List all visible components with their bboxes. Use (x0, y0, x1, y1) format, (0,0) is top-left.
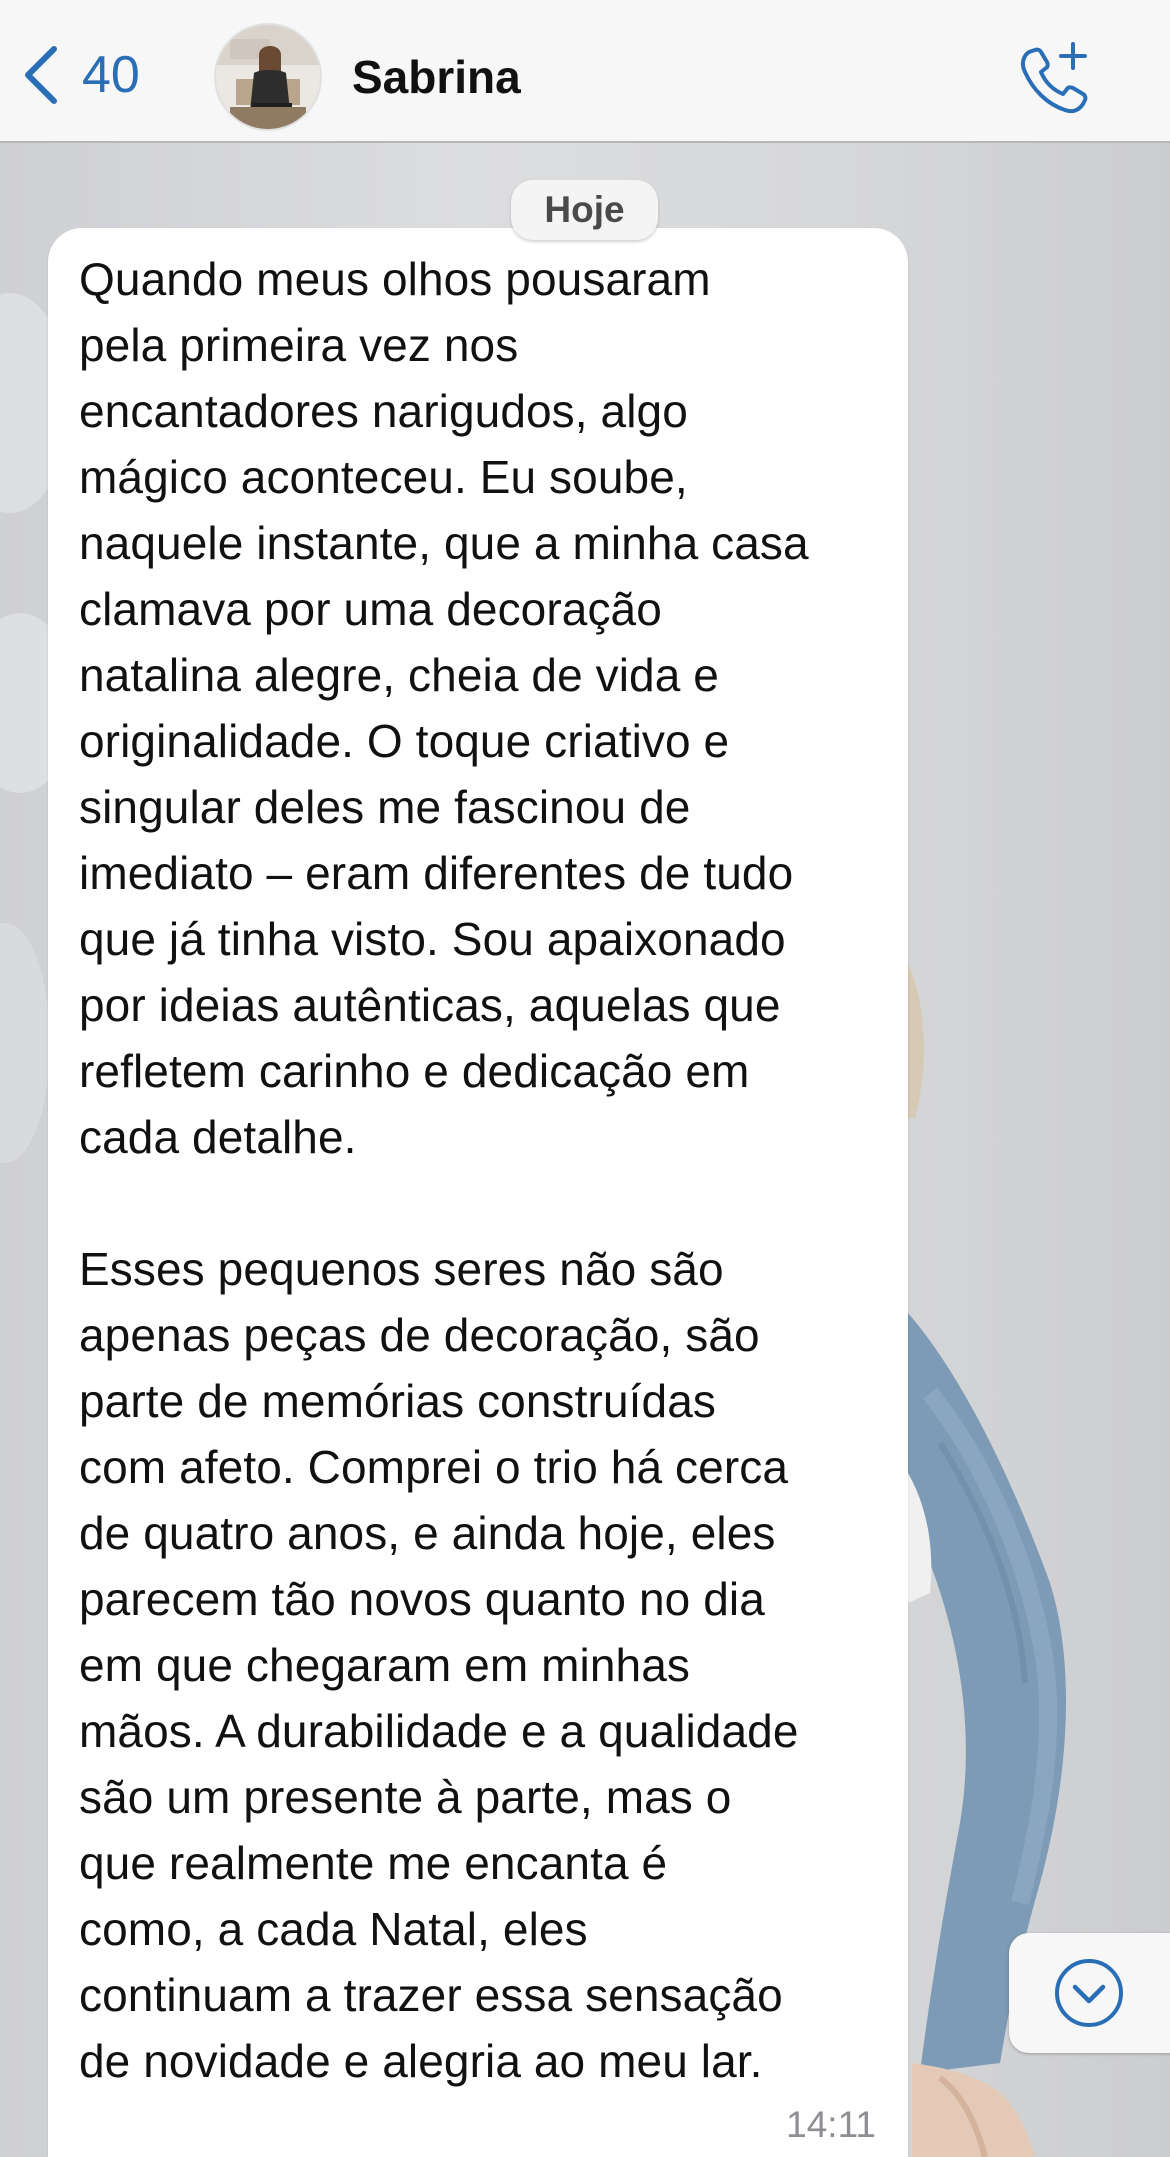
message-bubble[interactable]: Quando meus olhos pousaram pela primeira… (48, 228, 908, 2157)
unread-count: 40 (82, 46, 140, 104)
scroll-to-bottom-button[interactable] (1009, 1933, 1170, 2053)
chevron-down-circle-icon (1055, 1959, 1123, 2027)
chevron-left-icon (25, 46, 57, 104)
message-text: Quando meus olhos pousaram pela primeira… (79, 253, 809, 2087)
contact-name[interactable]: Sabrina (352, 48, 521, 106)
back-button[interactable]: 40 (22, 40, 140, 110)
chat-header: 40 Sabrina (0, 0, 1170, 143)
call-button[interactable] (1015, 38, 1095, 118)
avatar-photo (216, 25, 320, 129)
chat-screen: 40 Sabrina Quando meus olhos pousaram pe… (0, 0, 1170, 2157)
avatar[interactable] (216, 25, 320, 129)
date-separator: Hoje (511, 180, 658, 240)
message-timestamp: 14:11 (786, 2104, 876, 2145)
phone-add-icon (1020, 42, 1088, 114)
